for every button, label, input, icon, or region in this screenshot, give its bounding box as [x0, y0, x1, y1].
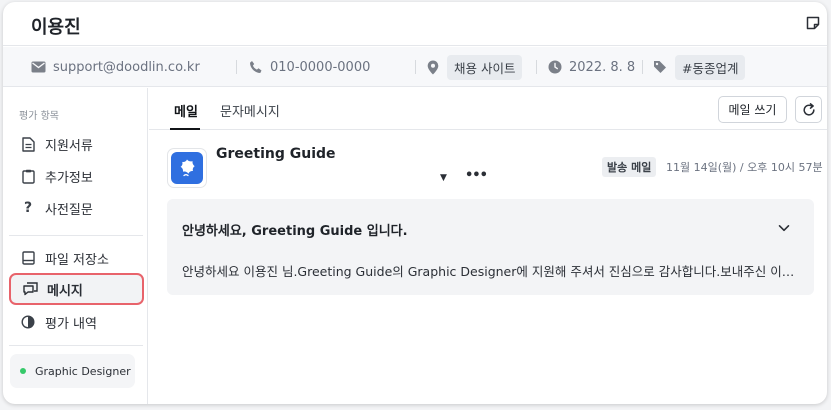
email-text: support@doodlin.co.kr — [53, 59, 200, 75]
phone-icon — [250, 61, 262, 73]
chevron-down-icon[interactable]: ▼ — [440, 173, 447, 183]
contact-info-bar: support@doodlin.co.kr 010-0000-0000 채용 사… — [3, 47, 827, 87]
clipboard-icon — [20, 168, 36, 184]
tag-chip[interactable]: #동종업계 — [675, 54, 746, 80]
sidebar-divider — [9, 235, 143, 236]
source-chip[interactable]: 채용 사이트 — [447, 54, 523, 80]
active-tab-indicator — [170, 128, 200, 130]
sidebar-item-pre-questions[interactable]: ? 사전질문 — [9, 192, 144, 224]
location-pin-icon — [427, 60, 439, 74]
half-circle-icon — [20, 314, 36, 330]
sidebar-item-documents[interactable]: 지원서류 — [9, 128, 144, 160]
sender-name: Greeting Guide — [216, 146, 336, 162]
date-item: 2022. 8. 8 — [548, 47, 635, 87]
divider — [642, 60, 643, 74]
phone-item[interactable]: 010-0000-0000 — [249, 47, 370, 87]
message-icon — [22, 281, 38, 297]
sidebar-section-label: 평가 항목 — [19, 111, 59, 122]
email-item[interactable]: support@doodlin.co.kr — [31, 47, 200, 87]
sidebar-item-label: 지원서류 — [45, 138, 93, 154]
sidebar-divider — [9, 345, 143, 346]
role-label: Graphic Designer — [35, 364, 131, 378]
sidebar-item-label: 파일 저장소 — [45, 252, 109, 268]
date-text: 2022. 8. 8 — [569, 59, 636, 75]
divider — [236, 60, 237, 74]
tag-item: #동종업계 — [653, 47, 746, 87]
message-card[interactable]: 안녕하세요, Greeting Guide 입니다. 안녕하세요 이용진 님.G… — [167, 199, 814, 295]
refresh-button[interactable] — [795, 96, 822, 123]
sidebar-item-file-storage[interactable]: 파일 저장소 — [9, 242, 144, 274]
tab-sms[interactable]: 문자메시지 — [220, 101, 280, 120]
storage-icon — [20, 250, 36, 266]
sent-mail-badge: 발송 메일 — [602, 157, 657, 177]
message-preview: 안녕하세요 이용진 님.Greeting Guide의 Graphic Desi… — [182, 264, 802, 279]
phone-text: 010-0000-0000 — [270, 59, 371, 75]
status-dot — [20, 368, 26, 374]
memo-icon[interactable] — [805, 15, 821, 31]
sidebar-item-evaluations[interactable]: 평가 내역 — [9, 306, 144, 338]
message-timestamp: 11월 14일(월) / 오후 10시 57분 — [666, 161, 823, 174]
candidate-name: 이용진 — [31, 17, 81, 38]
tab-bar: 메일 문자메시지 메일 쓰기 — [149, 88, 827, 130]
divider — [536, 60, 537, 74]
main-panel: 메일 문자메시지 메일 쓰기 Greeting Guide ▼ ••• 발송 메 — [149, 88, 827, 404]
candidate-detail-card: 이용진 support@doodlin.co.kr 010-0000-0000 — [3, 2, 827, 404]
document-icon — [20, 136, 36, 152]
sidebar-item-label: 평가 내역 — [45, 316, 97, 332]
tag-icon — [654, 61, 666, 73]
sidebar-item-label: 추가정보 — [45, 170, 93, 186]
expand-chevron-icon[interactable] — [777, 221, 791, 235]
sidebar-item-extra-info[interactable]: 추가정보 — [9, 160, 144, 192]
sidebar-item-label: 메시지 — [47, 283, 83, 299]
source-item: 채용 사이트 — [427, 47, 523, 87]
clock-icon — [548, 60, 562, 74]
greeting-logo-icon — [171, 152, 203, 184]
role-pill[interactable]: Graphic Designer — [10, 354, 135, 388]
more-options-icon[interactable]: ••• — [465, 168, 488, 183]
sidebar: 평가 항목 지원서류 추가정보 ? 사전질문 파일 저장소 메시지 평가 내역 … — [3, 88, 148, 404]
message-subject: 안녕하세요, Greeting Guide 입니다. — [182, 224, 408, 239]
sidebar-item-messages[interactable]: 메시지 — [9, 273, 144, 305]
sender-avatar — [167, 148, 207, 188]
mail-icon — [31, 61, 46, 73]
write-mail-button[interactable]: 메일 쓰기 — [718, 96, 787, 123]
sidebar-item-label: 사전질문 — [45, 202, 93, 218]
divider — [415, 60, 416, 74]
question-icon: ? — [23, 200, 33, 216]
refresh-icon — [802, 102, 815, 116]
header: 이용진 — [3, 2, 827, 46]
tab-mail[interactable]: 메일 — [174, 101, 198, 120]
